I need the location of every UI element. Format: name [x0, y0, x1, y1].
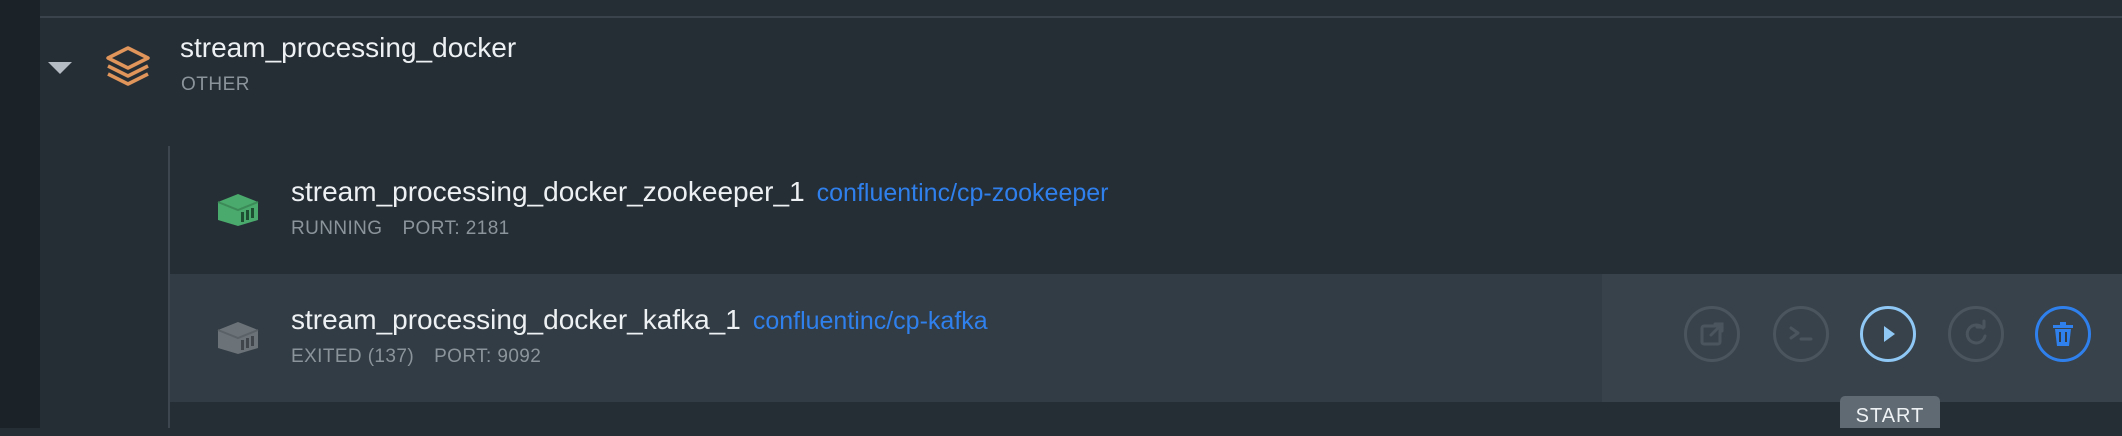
- container-status: EXITED (137): [291, 346, 415, 367]
- collapse-caret-icon[interactable]: [48, 62, 72, 74]
- start-button[interactable]: [1860, 306, 1916, 362]
- container-name[interactable]: stream_processing_docker_zookeeper_1 conf…: [291, 176, 1109, 208]
- trash-icon: [2053, 322, 2073, 346]
- remove-button[interactable]: [2035, 306, 2091, 362]
- restart-icon: [1965, 319, 1987, 345]
- container-meta: RUNNING PORT: 2181: [291, 218, 510, 240]
- left-sidebar-edge: [0, 0, 40, 428]
- container-name-text: stream_processing_docker_kafka_1: [291, 304, 741, 335]
- container-image-link[interactable]: confluentinc/cp-kafka: [753, 307, 988, 335]
- top-divider: [40, 16, 2122, 18]
- container-image-link[interactable]: confluentinc/cp-zookeeper: [817, 179, 1109, 207]
- start-tooltip: START: [1840, 396, 1940, 428]
- container-row-zookeeper[interactable]: stream_processing_docker_zookeeper_1 conf…: [170, 146, 2122, 274]
- stack-layers-icon: [106, 46, 150, 86]
- terminal-button[interactable]: [1773, 306, 1829, 362]
- container-stopped-icon: [217, 322, 259, 354]
- container-meta: EXITED (137) PORT: 9092: [291, 346, 541, 368]
- group-name[interactable]: stream_processing_docker: [180, 32, 516, 64]
- open-in-browser-button[interactable]: [1684, 306, 1740, 362]
- group-type-label: OTHER: [181, 74, 250, 95]
- external-link-icon: [1700, 322, 1724, 346]
- terminal-icon: [1789, 326, 1813, 341]
- container-name-text: stream_processing_docker_zookeeper_1: [291, 176, 805, 207]
- container-port: PORT: 2181: [402, 218, 510, 239]
- container-name[interactable]: stream_processing_docker_kafka_1 confluen…: [291, 304, 988, 336]
- play-icon: [1884, 326, 1895, 342]
- container-status: RUNNING: [291, 218, 383, 239]
- container-running-icon: [217, 194, 259, 226]
- container-row-kafka[interactable]: stream_processing_docker_kafka_1 confluen…: [170, 274, 2122, 402]
- restart-button[interactable]: [1948, 306, 2004, 362]
- container-port: PORT: 9092: [434, 346, 542, 367]
